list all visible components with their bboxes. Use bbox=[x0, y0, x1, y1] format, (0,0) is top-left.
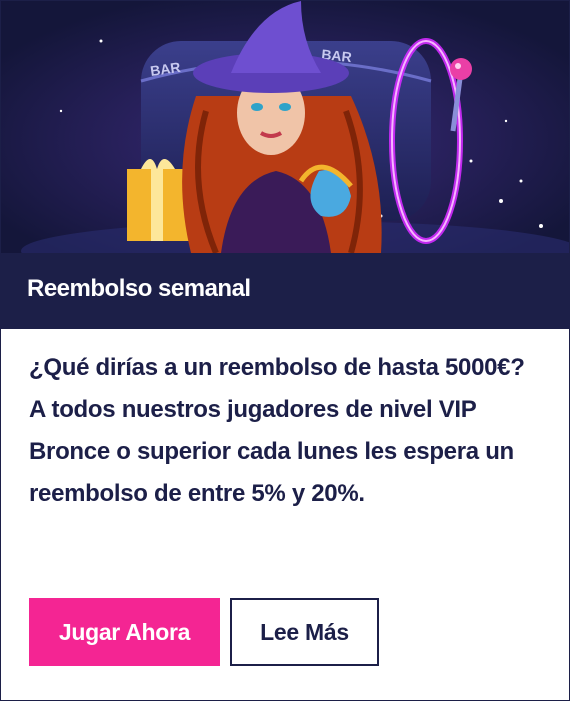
promo-card: BAR BAR Reembolso semanal ¿Qué dirías a … bbox=[0, 0, 570, 701]
promo-hero-image: BAR BAR bbox=[1, 1, 569, 253]
promo-title: Reembolso semanal bbox=[27, 275, 251, 302]
promo-description: ¿Qué dirías a un reembolso de hasta 5000… bbox=[29, 354, 525, 507]
promo-title-bar: Reembolso semanal bbox=[1, 253, 569, 329]
play-now-button[interactable]: Jugar Ahora bbox=[29, 598, 220, 666]
gift-box bbox=[127, 159, 189, 241]
witch-slot-illustration: BAR BAR bbox=[1, 1, 569, 253]
read-more-button[interactable]: Lee Más bbox=[230, 598, 379, 666]
